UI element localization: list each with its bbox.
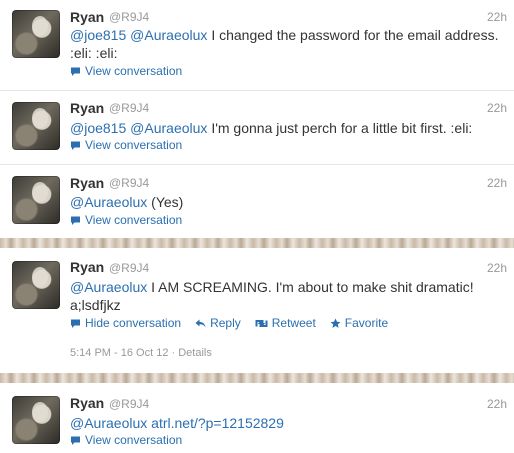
- speech-bubble-icon: [71, 436, 80, 445]
- retweet-label: Retweet: [271, 316, 316, 330]
- favorite-label: Favorite: [344, 316, 389, 330]
- avatar[interactable]: [12, 396, 60, 444]
- tweet-actions: View conversation: [70, 433, 196, 447]
- background-strip: [0, 238, 514, 248]
- mention-link[interactable]: @joe815: [70, 120, 126, 136]
- view-conversation-link[interactable]: View conversation: [70, 433, 182, 447]
- avatar[interactable]: [12, 10, 60, 58]
- tweet-text: @Auraeolux I AM SCREAMING. I'm about to …: [70, 278, 490, 314]
- tweet-text: @Auraeolux (Yes): [70, 193, 510, 211]
- hide-conversation-link[interactable]: Hide conversation: [70, 316, 181, 330]
- tweet-text: @joe815 @Auraeolux I'm gonna just perch …: [70, 119, 510, 137]
- avatar[interactable]: [12, 261, 60, 309]
- mention-link[interactable]: @Auraeolux: [70, 415, 147, 431]
- mention-link[interactable]: @joe815: [70, 27, 126, 43]
- author-handle[interactable]: @R9J4: [109, 261, 149, 275]
- view-conversation-label: View conversation: [85, 433, 183, 447]
- author-name[interactable]: Ryan: [70, 175, 104, 191]
- view-conversation-link[interactable]: View conversation: [70, 213, 182, 227]
- star-icon: [330, 318, 341, 328]
- view-conversation-link[interactable]: View conversation: [70, 64, 182, 78]
- avatar[interactable]: [12, 102, 60, 150]
- tweet-text: @joe815 @Auraeolux I changed the passwor…: [70, 26, 510, 62]
- hide-conversation-label: Hide conversation: [85, 316, 182, 330]
- author-name[interactable]: Ryan: [70, 9, 104, 25]
- speech-bubble-icon: [71, 141, 80, 150]
- retweet-button[interactable]: Retweet: [255, 316, 316, 330]
- author-handle[interactable]: @R9J4: [109, 101, 149, 115]
- mention-link[interactable]: @Auraeolux: [70, 194, 147, 210]
- tweet-item[interactable]: Ryan @R9J4 22h @joe815 @Auraeolux I chan…: [0, 0, 514, 90]
- author-handle[interactable]: @R9J4: [109, 397, 149, 411]
- view-conversation-link[interactable]: View conversation: [70, 138, 182, 152]
- tweet-time[interactable]: 22h: [487, 397, 507, 411]
- tweet-body: I'm gonna just perch for a little bit fi…: [211, 120, 473, 136]
- tweet-item[interactable]: Ryan @R9J4 22h @Auraeolux (Yes) View con…: [0, 165, 514, 237]
- view-conversation-label: View conversation: [85, 138, 183, 152]
- tweet-time[interactable]: 22h: [487, 261, 507, 275]
- favorite-button[interactable]: Favorite: [330, 316, 388, 330]
- author-name[interactable]: Ryan: [70, 395, 104, 411]
- retweet-icon: [255, 319, 268, 327]
- tweet-item[interactable]: Ryan @R9J4 22h @Auraeolux atrl.net/?p=12…: [0, 384, 514, 453]
- tweet-item-expanded[interactable]: Ryan @R9J4 22h @Auraeolux I AM SCREAMING…: [0, 249, 514, 372]
- tweet-body: (Yes): [151, 194, 184, 210]
- tweet-actions: Hide conversation Reply Retweet Favorite: [70, 316, 402, 330]
- tweet-text: @Auraeolux atrl.net/?p=12152829: [70, 414, 510, 432]
- author-handle[interactable]: @R9J4: [109, 176, 149, 190]
- view-conversation-label: View conversation: [85, 64, 183, 78]
- author-name[interactable]: Ryan: [70, 100, 104, 116]
- speech-bubble-icon: [71, 67, 80, 76]
- tweet-actions: View conversation: [70, 138, 196, 152]
- tweet-item[interactable]: Ryan @R9J4 22h @joe815 @Auraeolux I'm go…: [0, 91, 514, 164]
- tweet-time[interactable]: 22h: [487, 10, 507, 24]
- mention-link[interactable]: @Auraeolux: [130, 120, 207, 136]
- reply-label: Reply: [210, 316, 241, 330]
- author-name[interactable]: Ryan: [70, 259, 104, 275]
- reply-button[interactable]: Reply: [195, 316, 241, 330]
- reply-arrow-icon: [195, 319, 206, 327]
- mention-link[interactable]: @Auraeolux: [130, 27, 207, 43]
- tweet-actions: View conversation: [70, 64, 196, 78]
- details-link[interactable]: Details: [178, 347, 212, 359]
- speech-bubble-icon: [71, 319, 80, 328]
- tweet-time[interactable]: 22h: [487, 176, 507, 190]
- mention-link[interactable]: @Auraeolux: [70, 279, 147, 295]
- url-link[interactable]: atrl.net/?p=12152829: [151, 415, 284, 431]
- view-conversation-label: View conversation: [85, 213, 183, 227]
- tweet-timestamp[interactable]: 5:14 PM - 16 Oct 12: [70, 347, 168, 359]
- author-handle[interactable]: @R9J4: [109, 10, 149, 24]
- meta-separator: ·: [171, 347, 176, 359]
- speech-bubble-icon: [71, 216, 80, 225]
- tweet-meta: 5:14 PM - 16 Oct 12 · Details: [70, 347, 212, 359]
- background-strip: [0, 373, 514, 383]
- avatar[interactable]: [12, 176, 60, 224]
- tweet-actions: View conversation: [70, 213, 196, 227]
- tweet-time[interactable]: 22h: [487, 101, 507, 115]
